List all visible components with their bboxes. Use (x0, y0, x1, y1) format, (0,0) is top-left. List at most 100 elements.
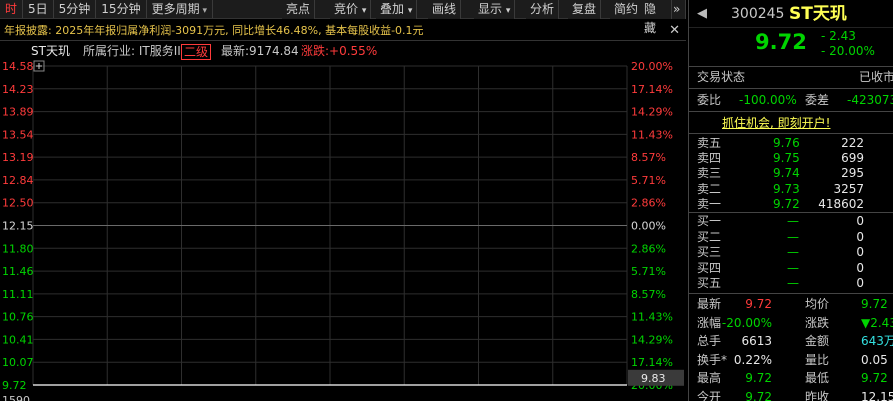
ask-label: 卖五 (697, 136, 722, 150)
stat-label: 总手 (697, 334, 722, 348)
stat-value: 6613 (741, 334, 772, 348)
price-axis-label: 14.58 (2, 60, 34, 73)
price-axis-label: 13.19 (2, 151, 34, 164)
price-axis-label: 11.80 (2, 242, 34, 255)
ask-row[interactable]: 卖五 9.76 222 (689, 136, 893, 151)
stat-label: 涨跌 (805, 315, 830, 330)
stat-row: 今开 9.72 昨收 12.15 (689, 388, 893, 401)
percent-axis-label: 11.43% (631, 128, 673, 141)
stat-value: ▼2.43 (861, 315, 893, 330)
percent-axis-label: 17.14% (631, 83, 673, 96)
stat-row: 涨幅-20.00% 涨跌 ▼2.43 (689, 314, 893, 332)
percent-axis-label: 5.71% (631, 265, 666, 278)
open-account-link[interactable]: 抓住机会, 即刻开户! (722, 114, 830, 131)
bid-label: 买一 (697, 214, 722, 228)
close-icon[interactable]: ✕ (669, 21, 680, 40)
order-ratio-label: 委比 (697, 93, 722, 107)
bid-price: — (787, 260, 799, 275)
ask-row[interactable]: 卖二 9.73 3257 (689, 182, 893, 197)
bid-volume: 0 (856, 214, 864, 228)
simple-button[interactable]: 简约 (610, 0, 644, 19)
stat-label: 最新 (697, 297, 722, 311)
quote-panel: ◀ 300245 ST天玑 9.72 - 2.43 - 20.00% 交易状态 … (688, 0, 893, 401)
price-axis-label: 11.46 (2, 265, 34, 278)
ask-label: 卖二 (697, 181, 722, 196)
bid-label: 买五 (697, 276, 722, 291)
bid-volume: 0 (856, 245, 864, 260)
hide-button[interactable]: 隐藏 (640, 0, 672, 35)
display-dropdown[interactable]: 显示 ▾ (474, 0, 516, 19)
annual-report-banner[interactable]: 年报披露: 2025年年报归属净利润-3091万元, 同比增长46.48%, 基… (0, 21, 686, 41)
annual-report-text: 年报披露: 2025年年报归属净利润-3091万元, 同比增长46.48%, 基… (4, 24, 424, 37)
ask-row[interactable]: 卖一 9.72 418602 (689, 197, 893, 212)
order-diff-value: -423073 (847, 93, 893, 107)
stock-code: 300245 (731, 6, 785, 22)
percent-axis-label: 2.86% (631, 197, 666, 210)
stat-value: 9.72 (745, 371, 772, 385)
intraday-chart[interactable]: 14.58 20.00% 14.23 17.14% 13.89 14.29% 13.54 11… (0, 58, 686, 401)
bid-row[interactable]: 买一 — 0 (689, 214, 893, 229)
stat-label: 均价 (805, 297, 830, 311)
ask-volume: 3257 (833, 181, 864, 196)
bid-price: — (787, 276, 799, 291)
bid-row[interactable]: 买四 — 0 (689, 261, 893, 276)
bid-row[interactable]: 买五 — 0 (689, 276, 893, 291)
tab-5min[interactable]: 5分钟 (54, 0, 97, 18)
highlights-button[interactable]: 亮点 (282, 0, 316, 19)
price-axis-label: 12.84 (2, 174, 34, 187)
percent-axis-label: 0.00% (631, 220, 666, 233)
price-axis-label: 12.15 (2, 220, 34, 233)
price-axis-label: 11.11 (2, 288, 34, 301)
percent-axis-label: 2.86% (631, 242, 666, 255)
bid-volume: 0 (856, 229, 864, 244)
ask-row[interactable]: 卖四 9.75 699 (689, 151, 893, 166)
auction-dropdown[interactable]: 竞价 ▾ (330, 0, 372, 19)
stat-value: 9.72 (745, 297, 772, 311)
tab-5day[interactable]: 5日 (23, 0, 54, 18)
stat-label: 金额 (805, 334, 830, 348)
bid-price: — (787, 214, 799, 228)
stat-label: 昨收 (805, 389, 830, 401)
stat-row: 最新 9.72 均价 9.72 (689, 295, 893, 313)
bid-row[interactable]: 买二 — 0 (689, 230, 893, 245)
bid-price: — (787, 245, 799, 260)
order-ratio-value: -100.00% (739, 93, 797, 107)
tab-intraday[interactable]: 时 (0, 0, 24, 18)
more-periods-dropdown[interactable]: 更多周期 (147, 0, 213, 18)
stat-value: 9.72 (861, 297, 888, 311)
draw-line-button[interactable]: 画线 (428, 0, 462, 19)
price-axis-label: 13.89 (2, 106, 34, 119)
trade-status-value: 已收市 (859, 70, 893, 84)
price-axis-label: 10.07 (2, 356, 34, 369)
price-axis-label: 9.72 (2, 379, 27, 392)
change-percent: - 20.00% (821, 44, 875, 58)
stat-value: 0.05 (861, 352, 888, 367)
order-ratio-row: 委比 -100.00% 委差 -423073 (689, 91, 893, 109)
price-axis-label: 12.50 (2, 197, 34, 210)
overlay-dropdown[interactable]: 叠加 ▾ (376, 0, 418, 19)
percent-axis-label: 14.29% (631, 106, 673, 119)
double-chevron-right-icon[interactable]: » (672, 0, 686, 19)
ask-volume: 418602 (818, 196, 864, 211)
bid-row[interactable]: 买三 — 0 (689, 245, 893, 260)
stat-label: 量比 (805, 352, 830, 367)
ask-price: 9.72 (773, 196, 800, 211)
analysis-button[interactable]: 分析 (526, 0, 560, 19)
price-axis-label: 14.23 (2, 83, 34, 96)
prev-stock-icon[interactable]: ◀ (697, 0, 707, 28)
ask-price: 9.75 (773, 151, 800, 166)
bid-volume: 0 (856, 260, 864, 275)
percent-axis-label: 17.14% (631, 356, 673, 369)
ask-volume: 295 (841, 166, 864, 181)
stat-value: 9.72 (861, 371, 888, 385)
ask-row[interactable]: 卖三 9.74 295 (689, 166, 893, 181)
tab-15min[interactable]: 15分钟 (96, 0, 147, 18)
percent-axis-label: 8.57% (631, 151, 666, 164)
ask-price: 9.76 (773, 136, 800, 150)
replay-button[interactable]: 复盘 (568, 0, 602, 19)
ask-label: 卖四 (697, 151, 722, 166)
stock-name: ST天玑 (789, 4, 847, 24)
trade-status-row: 交易状态 已收市 (689, 68, 893, 86)
ask-label: 卖一 (697, 196, 722, 211)
bid-volume: 0 (856, 276, 864, 291)
